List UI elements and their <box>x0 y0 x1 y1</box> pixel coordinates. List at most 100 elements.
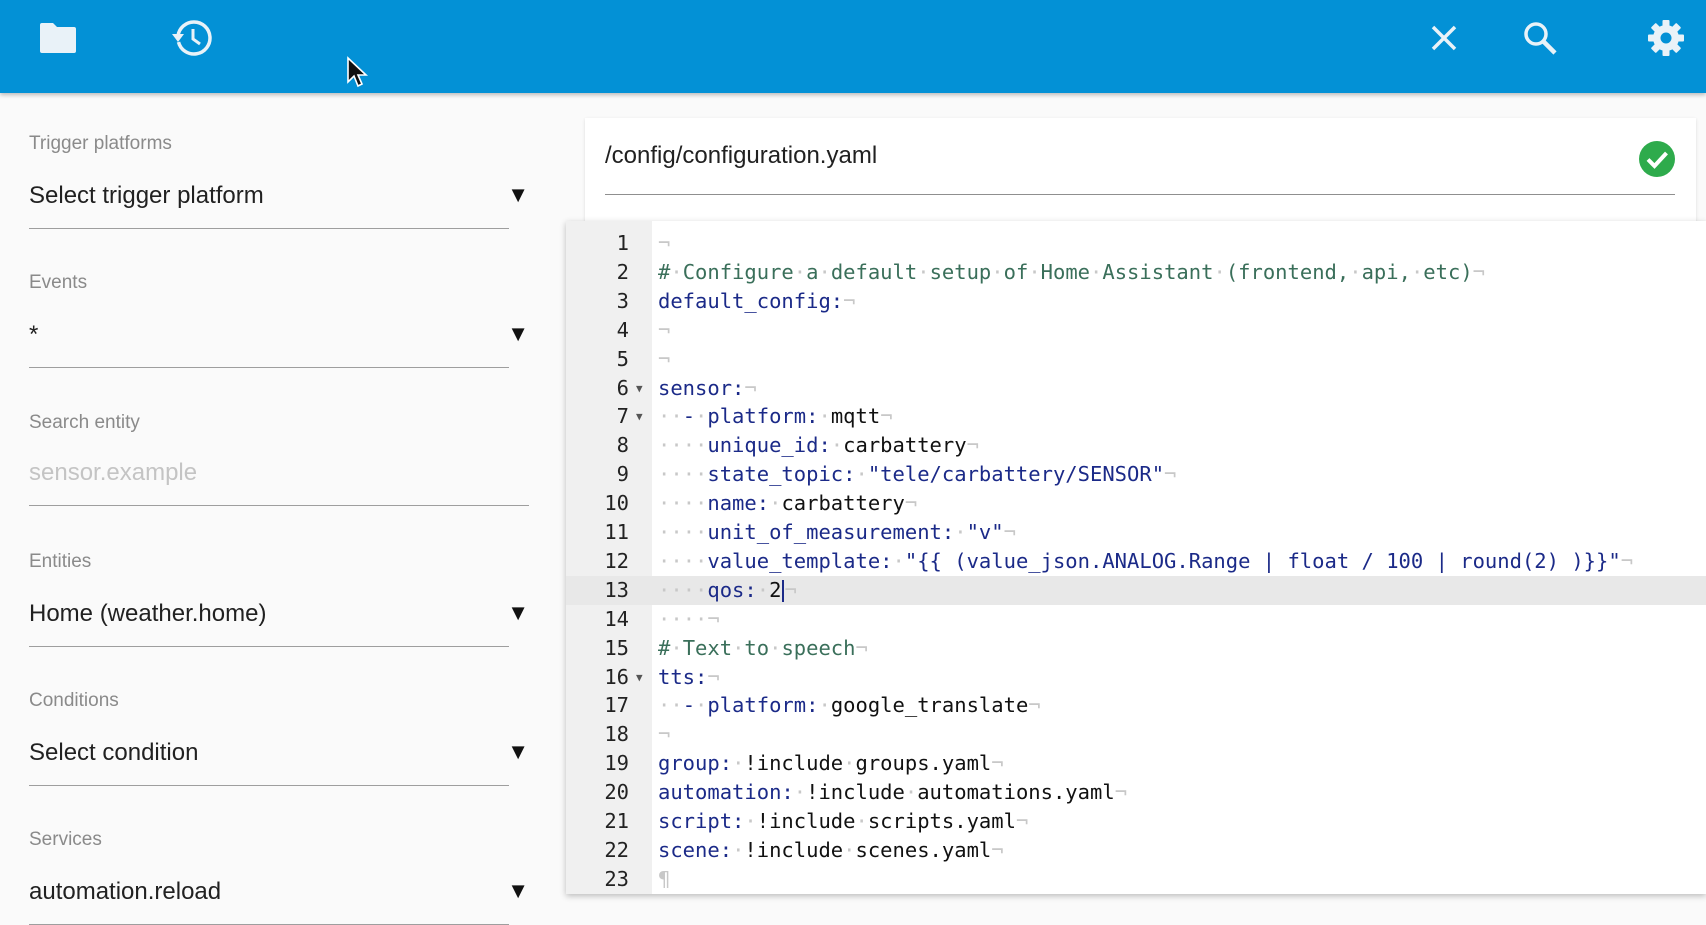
line-text: group:·!include·groups.yaml¬ <box>658 751 1004 776</box>
line-number: 23 <box>604 866 629 891</box>
fold-arrow-icon[interactable]: ▼ <box>636 374 643 403</box>
search-entity-label: Search entity <box>29 412 140 433</box>
events-select[interactable]: * ▼ <box>29 311 529 368</box>
line-number: 20 <box>604 780 629 805</box>
line-text: ····value_template:·"{{ (value_json.ANAL… <box>658 548 1634 573</box>
services-select[interactable]: automation.reload ▼ <box>29 868 529 925</box>
close-icon[interactable] <box>1422 16 1466 60</box>
line-text: default_config:¬ <box>658 288 856 313</box>
entities-select[interactable]: Home (weather.home) ▼ <box>29 590 529 647</box>
file-path-card: /config/configuration.yaml <box>585 118 1696 228</box>
code-line[interactable]: 10 ····name:·carbattery¬ <box>566 489 1706 518</box>
search-icon[interactable] <box>1518 16 1562 60</box>
code-editor[interactable]: 1 ¬ 2 #·Configure·a·default·setup·of·Home·A… <box>566 221 1706 894</box>
code-line[interactable]: 15 #·Text·to·speech¬ <box>566 634 1706 663</box>
mouse-cursor-icon <box>346 56 370 95</box>
line-text: ····qos:·2 ¬ <box>658 577 797 602</box>
line-number: 6 <box>616 375 629 400</box>
dropdown-arrow-icon: ▼ <box>507 321 529 346</box>
entities-value: Home (weather.home) <box>29 600 267 627</box>
line-number: 5 <box>616 346 629 371</box>
events-label: Events <box>29 272 88 293</box>
services-value: automation.reload <box>29 878 222 905</box>
line-text: ··-·platform:·google_translate¬ <box>658 693 1041 718</box>
line-number: 4 <box>616 317 629 342</box>
code-line[interactable]: 14 ····¬ <box>566 605 1706 634</box>
line-text: ¬ <box>658 317 671 342</box>
fold-arrow-icon[interactable]: ▼ <box>636 402 643 431</box>
code-line[interactable]: 3 default_config:¬ <box>566 287 1706 316</box>
line-number: 8 <box>616 433 629 458</box>
line-number: 10 <box>604 491 629 516</box>
dropdown-arrow-icon: ▼ <box>507 600 529 625</box>
line-text: ····¬ <box>658 606 720 631</box>
line-text: ¬ <box>658 722 671 747</box>
check-circle-icon <box>1638 140 1676 183</box>
code-line[interactable]: 2 #·Configure·a·default·setup·of·Home·Ass… <box>566 258 1706 287</box>
line-number: 19 <box>604 751 629 776</box>
code-line[interactable]: 9 ····state_topic:·"tele/carbattery/SENSO… <box>566 460 1706 489</box>
top-toolbar <box>0 0 1706 93</box>
line-text: ¶ <box>658 866 671 891</box>
gear-icon[interactable] <box>1644 16 1688 60</box>
code-line[interactable]: 17 ··-·platform:·google_translate¬ <box>566 691 1706 720</box>
line-text: scene:·!include·scenes.yaml¬ <box>658 837 1004 862</box>
line-text: #·Text·to·speech¬ <box>658 635 868 660</box>
code-line[interactable]: 18 ¬ <box>566 720 1706 749</box>
trigger-platform-select[interactable]: Select trigger platform ▼ <box>29 172 529 229</box>
code-line[interactable]: 19 group:·!include·groups.yaml¬ <box>566 749 1706 778</box>
code-line[interactable]: 4 ¬ <box>566 316 1706 345</box>
line-number: 17 <box>604 693 629 718</box>
line-text: sensor:¬ <box>658 375 757 400</box>
line-text: ····unique_id:·carbattery¬ <box>658 433 979 458</box>
code-line[interactable]: 21 script:·!include·scripts.yaml¬ <box>566 807 1706 836</box>
code-line[interactable]: 11 ····unit_of_measurement:·"v"¬ <box>566 518 1706 547</box>
file-path-divider <box>605 194 1675 195</box>
dropdown-arrow-icon: ▼ <box>507 739 529 764</box>
line-text: ¬ <box>658 346 671 371</box>
line-text: #·Configure·a·default·setup·of·Home·Assi… <box>658 259 1486 284</box>
code-line[interactable]: 16 ▼ tts:¬ <box>566 663 1706 692</box>
line-text: tts:¬ <box>658 664 720 689</box>
line-number: 13 <box>604 577 629 602</box>
line-text: ····state_topic:·"tele/carbattery/SENSOR… <box>658 462 1177 487</box>
trigger-platform-value: Select trigger platform <box>29 182 264 209</box>
code-line[interactable]: 5 ¬ <box>566 345 1706 374</box>
code-line[interactable]: 7 ▼ ··-·platform:·mqtt¬ <box>566 402 1706 431</box>
folder-icon[interactable] <box>36 16 80 60</box>
search-entity-input[interactable] <box>29 455 509 491</box>
line-number: 14 <box>604 606 629 631</box>
code-line[interactable]: 8 ····unique_id:·carbattery¬ <box>566 431 1706 460</box>
code-line[interactable]: 12 ····value_template:·"{{ (value_json.AN… <box>566 547 1706 576</box>
line-text: ····unit_of_measurement:·"v"¬ <box>658 520 1016 544</box>
line-number: 18 <box>604 722 629 747</box>
line-number: 15 <box>604 635 629 660</box>
conditions-select[interactable]: Select condition ▼ <box>29 729 529 786</box>
conditions-value: Select condition <box>29 739 199 766</box>
line-text: ¬ <box>658 231 671 255</box>
file-path: /config/configuration.yaml <box>605 142 878 169</box>
line-number: 3 <box>616 288 629 313</box>
code-line[interactable]: 22 scene:·!include·scenes.yaml¬ <box>566 836 1706 865</box>
history-icon[interactable] <box>170 16 214 60</box>
line-number: 2 <box>616 259 629 284</box>
code-line[interactable]: 6 ▼ sensor:¬ <box>566 374 1706 403</box>
events-value: * <box>29 321 39 348</box>
services-label: Services <box>29 829 102 850</box>
line-number: 11 <box>604 520 629 544</box>
fold-arrow-icon[interactable]: ▼ <box>636 663 643 692</box>
left-panel: Trigger platforms Select trigger platfor… <box>0 93 560 925</box>
line-text: automation:·!include·automations.yaml¬ <box>658 780 1128 805</box>
line-number: 12 <box>604 548 629 573</box>
code-line[interactable]: 13 ····qos:·2 ¬ <box>566 575 1706 605</box>
line-number: 21 <box>604 809 629 833</box>
search-entity-field <box>29 449 529 506</box>
code-line[interactable]: 23 ¶ <box>566 865 1706 894</box>
entities-label: Entities <box>29 551 92 572</box>
trigger-platforms-label: Trigger platforms <box>29 133 172 154</box>
line-text: ····name:·carbattery¬ <box>658 491 918 516</box>
code-line[interactable]: 20 automation:·!include·automations.yaml¬ <box>566 778 1706 807</box>
conditions-label: Conditions <box>29 690 119 711</box>
code-line[interactable]: 1 ¬ <box>566 229 1706 258</box>
line-number: 22 <box>604 837 629 862</box>
